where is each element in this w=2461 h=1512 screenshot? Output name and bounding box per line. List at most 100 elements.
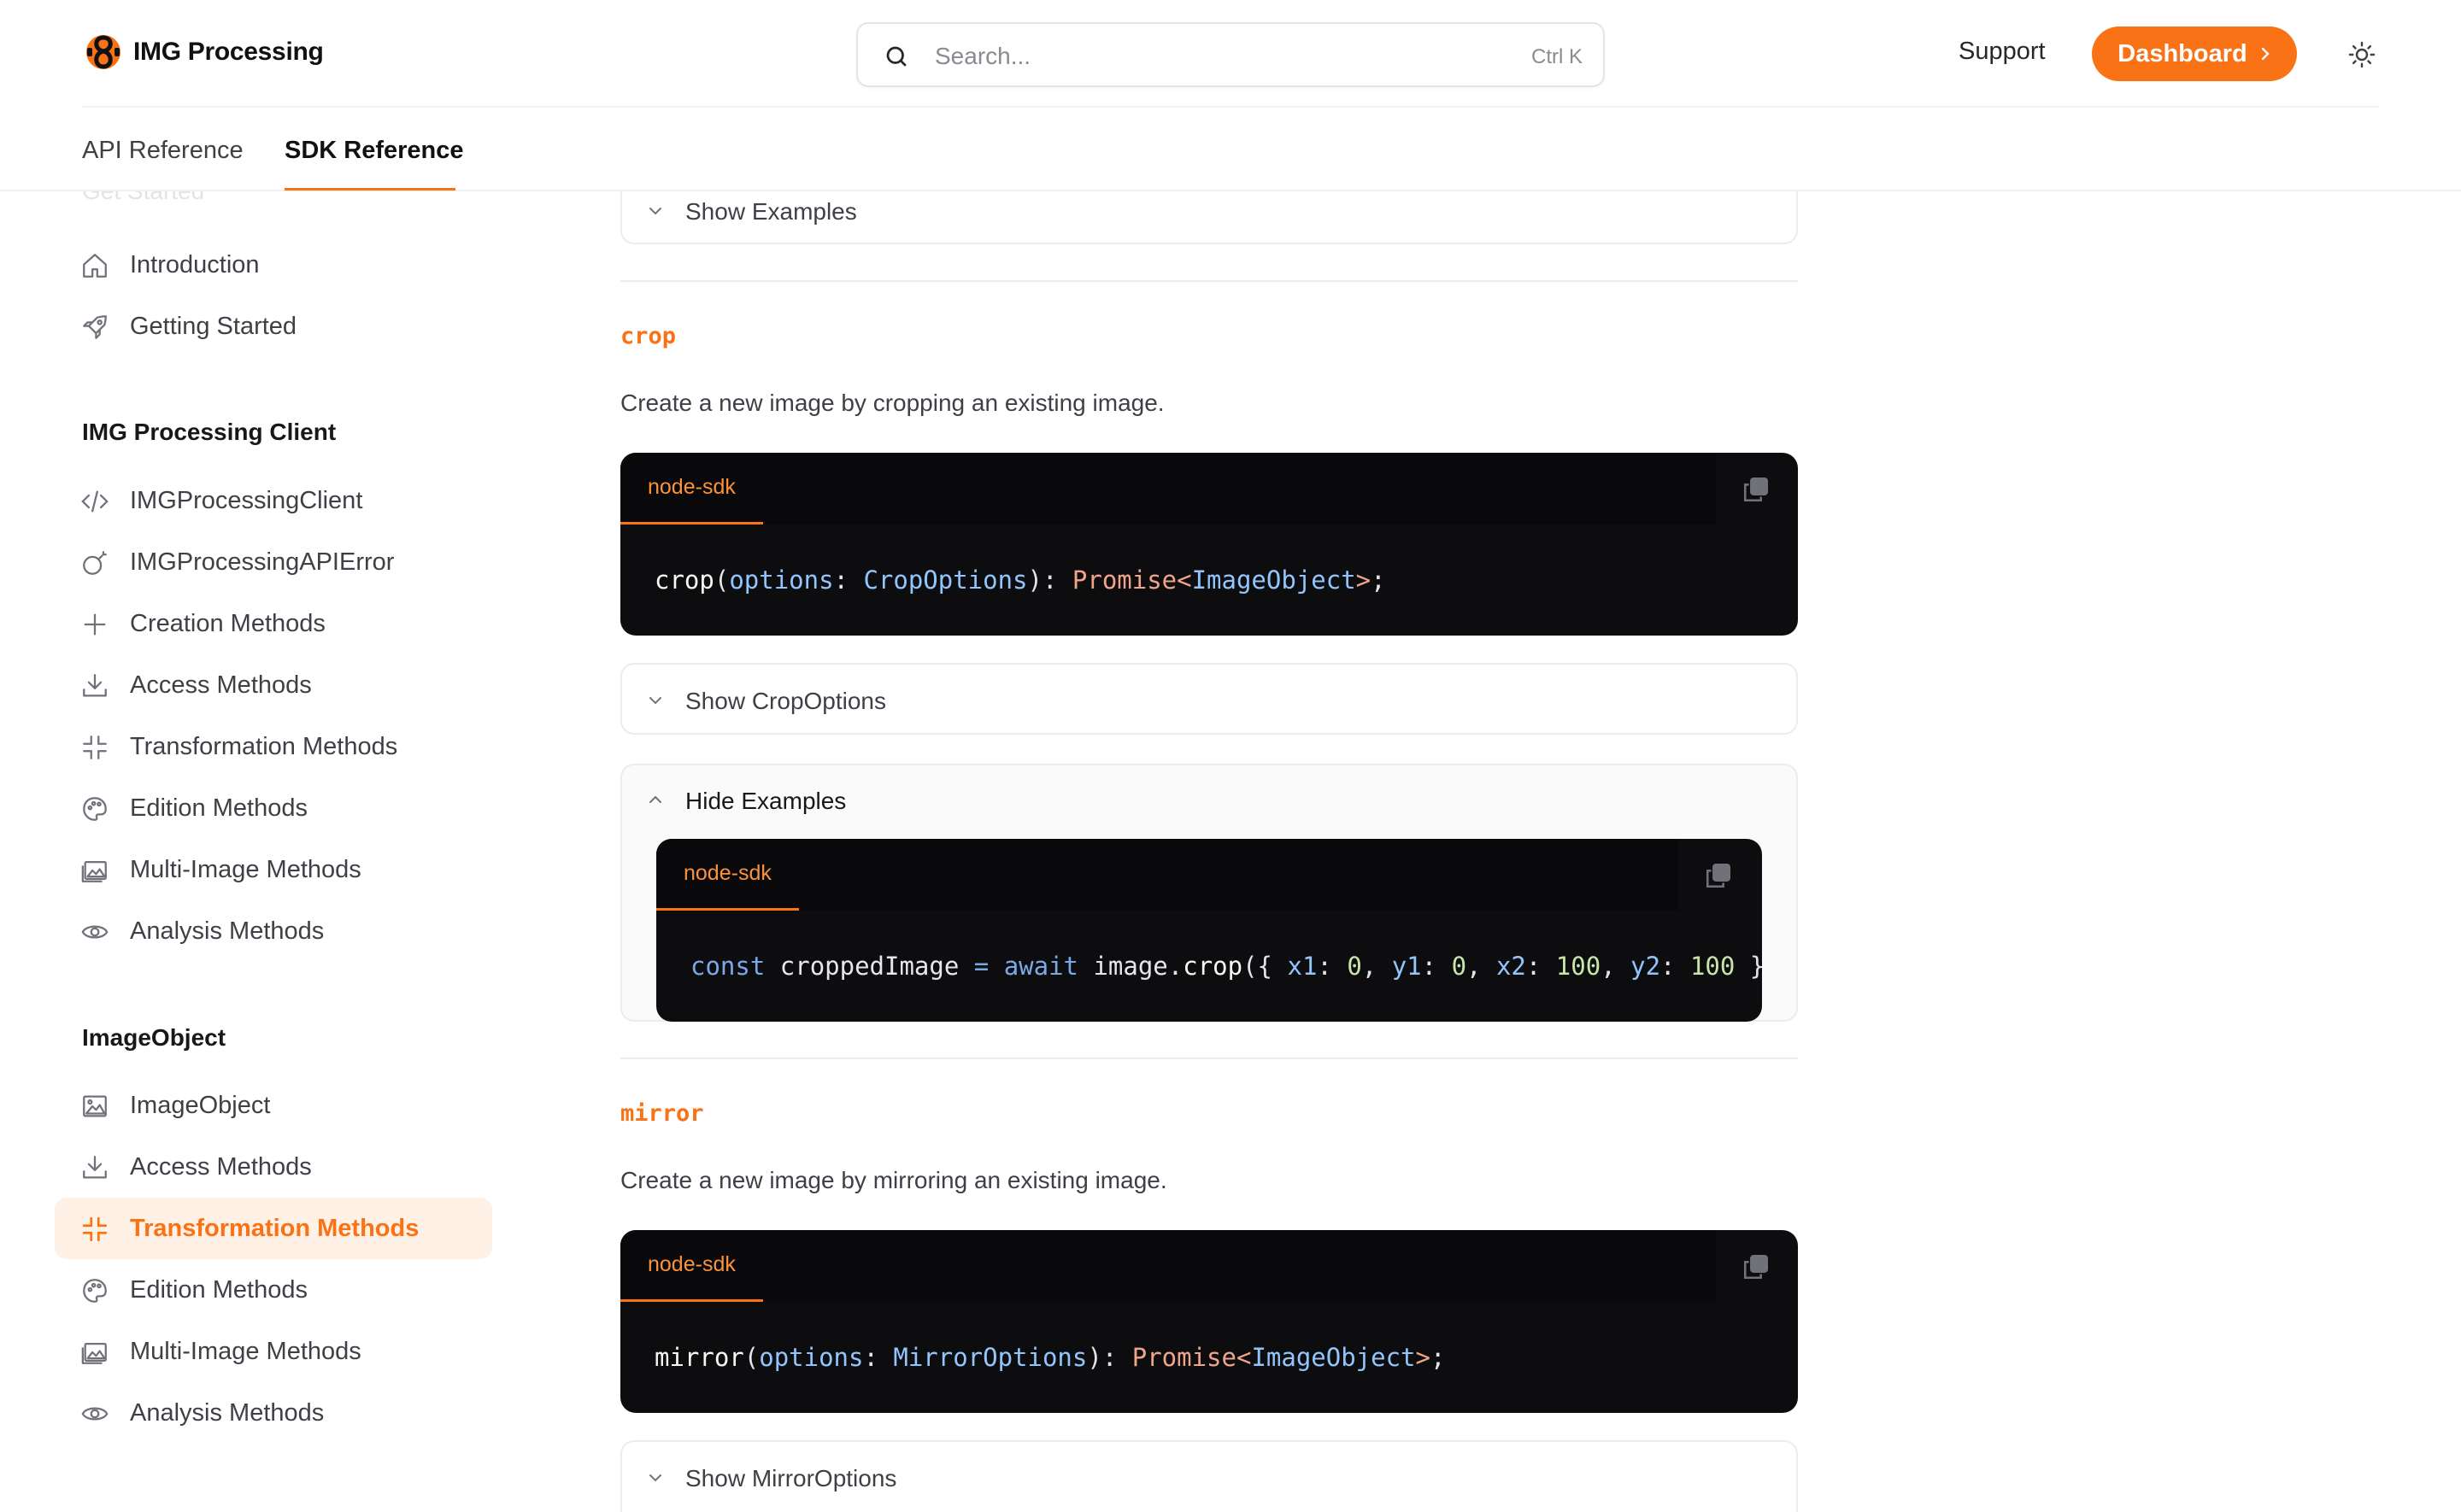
header-bar: IMG Processing Search... Ctrl K Support … <box>82 0 2379 108</box>
brand-logo[interactable]: IMG Processing <box>82 31 324 73</box>
code-arg-value: 100 <box>1689 952 1736 981</box>
code-arg-value: 0 <box>1347 952 1362 981</box>
sidebar-item-multi-image-methods[interactable]: Multi-Image Methods <box>55 839 492 900</box>
palette-icon <box>83 797 107 821</box>
code-tabbar: node-sdk <box>620 453 1716 525</box>
sidebar-item-access-methods[interactable]: Access Methods <box>55 1136 492 1198</box>
code-return-type: ImageObject <box>1191 566 1356 595</box>
search-icon <box>886 46 907 67</box>
code-block-mirror-signature: node-sdk mirror(options: MirrorOptions):… <box>620 1230 1798 1413</box>
sidebar-section-title: ImageObject <box>82 1024 226 1051</box>
logo-icon <box>86 35 120 69</box>
search-placeholder: Search... <box>935 43 1031 69</box>
sidebar-item-label: Edition Methods <box>130 794 308 822</box>
sidebar-item-label: Creation Methods <box>130 609 326 637</box>
code-object: image <box>1093 952 1168 981</box>
toggle-label: Hide Examples <box>685 788 847 814</box>
sidebar-item-edition-methods[interactable]: Edition Methods <box>55 1259 492 1321</box>
code-fn: mirror <box>655 1343 744 1372</box>
shrink-icon <box>83 735 107 759</box>
code-block-crop-signature: node-sdk crop(options: CropOptions): Pro… <box>620 453 1798 636</box>
bomb-icon <box>83 551 107 575</box>
search-input[interactable]: Search... Ctrl K <box>856 22 1605 87</box>
code-param: options <box>759 1343 864 1372</box>
code-arg-value: 100 <box>1555 952 1601 981</box>
copy-icon[interactable] <box>1741 475 1771 504</box>
hide-examples-toggle[interactable]: Hide Examples <box>622 765 1796 835</box>
code-arg-key: x2 <box>1495 952 1526 981</box>
sidebar-item-label: Introduction <box>130 250 260 278</box>
sidebar-item-edition-methods[interactable]: Edition Methods <box>55 777 492 839</box>
theme-toggle-icon[interactable] <box>2348 41 2376 68</box>
sidebar-item-analysis-methods[interactable]: Analysis Methods <box>55 900 492 962</box>
shrink-icon <box>82 1216 108 1242</box>
show-mirroroptions-toggle[interactable]: Show MirrorOptions <box>620 1440 1798 1512</box>
code-promise: Promise <box>1131 1343 1236 1372</box>
copy-icon[interactable] <box>1741 1252 1771 1281</box>
top-header: IMG Processing Search... Ctrl K Support … <box>0 0 2461 191</box>
palette-icon <box>83 1279 107 1303</box>
toggle-label: Show MirrorOptions <box>685 1465 897 1491</box>
code-promise: Promise <box>1072 566 1178 595</box>
code-arg-key: y1 <box>1391 952 1422 981</box>
show-cropoptions-toggle[interactable]: Show CropOptions <box>620 663 1798 735</box>
chevron-down-icon <box>649 208 661 215</box>
code-tab-node-sdk[interactable]: node-sdk <box>620 453 763 525</box>
download-icon <box>83 674 107 697</box>
sidebar-item-label: Transformation Methods <box>130 732 398 760</box>
tab-sdk-reference[interactable]: SDK Reference <box>285 137 464 165</box>
code-tabbar: node-sdk <box>620 1230 1716 1302</box>
sidebar-item-getting-started[interactable]: Getting Started <box>55 296 492 357</box>
code-arg-key: x1 <box>1287 952 1318 981</box>
sidebar-item-transformation-methods-active[interactable]: Transformation Methods <box>55 1198 492 1259</box>
sidebar-item-analysis-methods[interactable]: Analysis Methods <box>55 1382 492 1444</box>
toggle-label: Show Examples <box>685 198 857 225</box>
dashboard-label: Dashboard <box>2117 39 2247 67</box>
sidebar-item-label: Analysis Methods <box>130 917 325 945</box>
eye-icon <box>81 1407 109 1421</box>
sidebar-item-creation-methods[interactable]: Creation Methods <box>55 593 492 654</box>
sidebar-item-label: Access Methods <box>130 1152 312 1181</box>
sidebar-item-label: Multi-Image Methods <box>130 855 361 883</box>
eye-icon <box>81 925 109 939</box>
download-icon <box>83 1156 107 1179</box>
chevron-down-icon <box>649 697 661 705</box>
sidebar-item-transformation-methods[interactable]: Transformation Methods <box>55 716 492 777</box>
faded-section-heading: Get Started <box>82 191 204 205</box>
dashboard-button[interactable]: Dashboard <box>2092 26 2297 81</box>
tab-api-reference[interactable]: API Reference <box>82 137 244 165</box>
active-tab-indicator <box>285 188 455 190</box>
code-line-example: const croppedImage = await image.crop({ … <box>690 952 1762 981</box>
code-type: MirrorOptions <box>893 1343 1088 1372</box>
chevron-right-icon <box>2261 47 2270 61</box>
code-tab-node-sdk[interactable]: node-sdk <box>656 839 799 911</box>
toggle-label: Show CropOptions <box>685 688 887 714</box>
sidebar-item-imageobject[interactable]: ImageObject <box>55 1075 492 1136</box>
sidebar-item-introduction[interactable]: Introduction <box>55 234 492 296</box>
code-block-crop-example: node-sdk const croppedImage = await imag… <box>656 839 1762 1022</box>
sidebar-item-imgprocessingclient[interactable]: IMGProcessingClient <box>55 470 492 531</box>
sidebar-item-access-methods[interactable]: Access Methods <box>55 654 492 716</box>
code-tabbar: node-sdk <box>656 839 1678 911</box>
copy-icon[interactable] <box>1704 861 1733 890</box>
code-method: crop <box>1183 952 1243 981</box>
chevron-down-icon <box>649 1474 661 1482</box>
images-icon <box>81 860 107 882</box>
sidebar-item-label: Analysis Methods <box>130 1398 325 1427</box>
sidebar-item-multi-image-methods[interactable]: Multi-Image Methods <box>55 1321 492 1382</box>
sidebar-item-label: IMGProcessingAPIError <box>130 548 395 576</box>
main-content: Show Examples crop Create a new image by… <box>620 191 1800 1512</box>
code-keyword: await <box>1003 952 1078 981</box>
support-link[interactable]: Support <box>1959 38 2046 66</box>
code-icon <box>81 490 109 513</box>
sidebar-item-imgprocessingapierror[interactable]: IMGProcessingAPIError <box>55 531 492 593</box>
search-shortcut: Ctrl K <box>1531 45 1583 68</box>
sidebar-item-label: Access Methods <box>130 671 312 699</box>
code-param: options <box>729 566 834 595</box>
code-tab-node-sdk[interactable]: node-sdk <box>620 1230 763 1302</box>
code-line-signature: mirror(options: MirrorOptions): Promise<… <box>655 1343 1446 1372</box>
code-line-signature: crop(options: CropOptions): Promise<Imag… <box>655 566 1386 595</box>
method-description: Create a new image by cropping an existi… <box>620 390 1165 416</box>
chevron-up-icon <box>649 795 661 803</box>
show-examples-toggle[interactable]: Show Examples <box>620 191 1798 244</box>
